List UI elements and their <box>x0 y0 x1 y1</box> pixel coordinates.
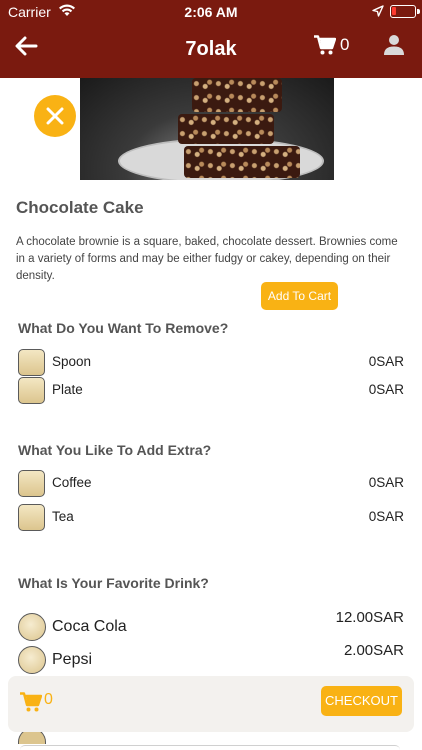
product-image <box>80 78 334 180</box>
user-icon[interactable] <box>383 34 405 56</box>
product-name: Chocolate Cake <box>16 198 144 217</box>
add-to-cart-button[interactable]: Add To Cart <box>261 282 338 310</box>
option-label: Coffee <box>52 475 92 490</box>
drink-section-title: What Is Your Favorite Drink? <box>18 575 209 591</box>
checkbox[interactable] <box>18 377 45 404</box>
close-icon <box>46 107 64 125</box>
drink-option-pepsi[interactable]: Pepsi 2.00SAR <box>18 642 404 674</box>
bottom-cart-count: 0 <box>44 691 53 708</box>
checkout-button[interactable]: CHECKOUT <box>321 686 402 716</box>
checkbox[interactable] <box>18 504 45 531</box>
option-label: Pepsi <box>52 651 93 668</box>
cart-icon[interactable] <box>20 692 42 712</box>
option-price: 2.00SAR <box>343 642 404 659</box>
checkbox[interactable] <box>18 470 45 497</box>
remove-section-title: What Do You Want To Remove? <box>18 320 229 336</box>
cart-icon[interactable] <box>314 35 336 55</box>
radio-button[interactable] <box>18 613 46 641</box>
product-description: A chocolate brownie is a square, baked, … <box>16 236 398 282</box>
remove-option-spoon[interactable]: Spoon 0SAR <box>18 349 404 376</box>
close-button[interactable] <box>34 95 76 137</box>
status-bar: Carrier 2:06 AM <box>0 0 422 24</box>
option-label: Spoon <box>52 354 92 369</box>
option-label: Plate <box>52 382 83 397</box>
extra-option-tea[interactable]: Tea 0SAR <box>18 504 404 531</box>
remove-option-plate[interactable]: Plate 0SAR <box>18 377 404 404</box>
option-price: 12.00SAR <box>335 609 404 626</box>
radio-button[interactable] <box>18 646 46 674</box>
battery-icon <box>390 5 420 18</box>
location-arrow-icon <box>372 5 384 17</box>
option-price: 0SAR <box>368 354 404 369</box>
option-label: Coca Cola <box>52 618 127 635</box>
checkbox[interactable] <box>18 349 45 376</box>
app-header: Carrier 2:06 AM 7olak 0 <box>0 0 422 78</box>
status-time: 2:06 AM <box>184 4 238 20</box>
header-cart-count: 0 <box>340 35 350 54</box>
extra-section-title: What You Like To Add Extra? <box>18 442 212 458</box>
bottom-cart-bar: 0 CHECKOUT <box>8 676 414 732</box>
drink-option-coca-cola[interactable]: Coca Cola 12.00SAR <box>18 609 404 641</box>
extra-option-coffee[interactable]: Coffee 0SAR <box>18 470 404 497</box>
divider <box>20 745 400 750</box>
option-price: 0SAR <box>368 382 404 397</box>
option-price: 0SAR <box>368 509 404 524</box>
page-title: 7olak <box>185 38 237 60</box>
option-label: Tea <box>52 509 74 524</box>
option-price: 0SAR <box>368 475 404 490</box>
